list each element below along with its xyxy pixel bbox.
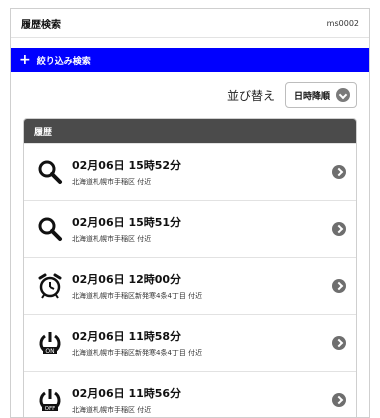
history-address: 北海道札幌市手稲区新発寒4条4丁目 付近	[72, 292, 203, 300]
chevron-right-icon	[332, 165, 346, 179]
sort-selected-value: 日時降順	[293, 91, 330, 102]
history-item-texts: 02月06日 15時52分 北海道札幌市手稲区 付近	[72, 157, 324, 187]
svg-text:OFF: OFF	[45, 406, 56, 412]
power-on-icon: ON	[34, 327, 66, 359]
history-address: 北海道札幌市手稲区 付近	[72, 406, 152, 414]
chevron-right-icon	[332, 279, 346, 293]
sort-dropdown[interactable]: 日時降順	[284, 82, 357, 108]
alarm-clock-icon	[34, 270, 66, 302]
history-item[interactable]: 02月06日 15時51分 北海道札幌市手稲区 付近	[24, 200, 356, 257]
chevron-down-icon	[336, 88, 350, 102]
history-item-texts: 02月06日 15時51分 北海道札幌市手稲区 付近	[72, 214, 324, 244]
history-heading: 履歴	[24, 119, 356, 143]
svg-text:ON: ON	[45, 348, 54, 355]
narrow-search-button[interactable]: + 絞り込み検索	[11, 48, 369, 72]
screen-id: ms0002	[326, 18, 359, 28]
history-item-texts: 02月06日 12時00分 北海道札幌市手稲区新発寒4条4丁目 付近	[72, 271, 324, 301]
sort-bar: 並び替え 日時降順	[11, 72, 369, 118]
history-datetime: 02月06日 11時58分	[72, 330, 182, 343]
sort-label: 並び替え	[226, 88, 275, 103]
history-panel: 履歴 02月06日 15時52分 北海道札幌市手稲区 付近 02月06日 15時…	[23, 118, 357, 417]
search-icon	[34, 156, 66, 188]
history-item-texts: 02月06日 11時56分 北海道札幌市手稲区 付近	[72, 385, 324, 415]
history-address: 北海道札幌市手稲区 付近	[72, 178, 152, 186]
chevron-right-icon	[332, 222, 346, 236]
history-item[interactable]: OFF 02月06日 11時56分 北海道札幌市手稲区 付近	[24, 371, 356, 417]
history-address: 北海道札幌市手稲区 付近	[72, 235, 152, 243]
narrow-search-label: 絞り込み検索	[36, 56, 91, 67]
chevron-right-icon	[332, 393, 346, 407]
history-datetime: 02月06日 15時51分	[72, 216, 182, 229]
power-off-icon: OFF	[34, 384, 66, 416]
plus-icon: +	[19, 52, 31, 68]
history-item-texts: 02月06日 11時58分 北海道札幌市手稲区新発寒4条4丁目 付近	[72, 328, 324, 358]
history-item[interactable]: 02月06日 15時52分 北海道札幌市手稲区 付近	[24, 143, 356, 200]
history-item[interactable]: 02月06日 12時00分 北海道札幌市手稲区新発寒4条4丁目 付近	[24, 257, 356, 314]
history-datetime: 02月06日 11時56分	[72, 387, 182, 400]
top-header: 履歴検索 ms0002	[11, 9, 369, 38]
history-item[interactable]: ON 02月06日 11時58分 北海道札幌市手稲区新発寒4条4丁目 付近	[24, 314, 356, 371]
chevron-right-icon	[332, 336, 346, 350]
search-icon	[34, 213, 66, 245]
history-datetime: 02月06日 15時52分	[72, 159, 182, 172]
app-frame: 履歴検索 ms0002 + 絞り込み検索 並び替え 日時降順 履歴 02月06日…	[10, 8, 370, 418]
history-address: 北海道札幌市手稲区新発寒4条4丁目 付近	[72, 349, 203, 357]
history-datetime: 02月06日 12時00分	[72, 273, 182, 286]
page-title: 履歴検索	[21, 19, 61, 31]
